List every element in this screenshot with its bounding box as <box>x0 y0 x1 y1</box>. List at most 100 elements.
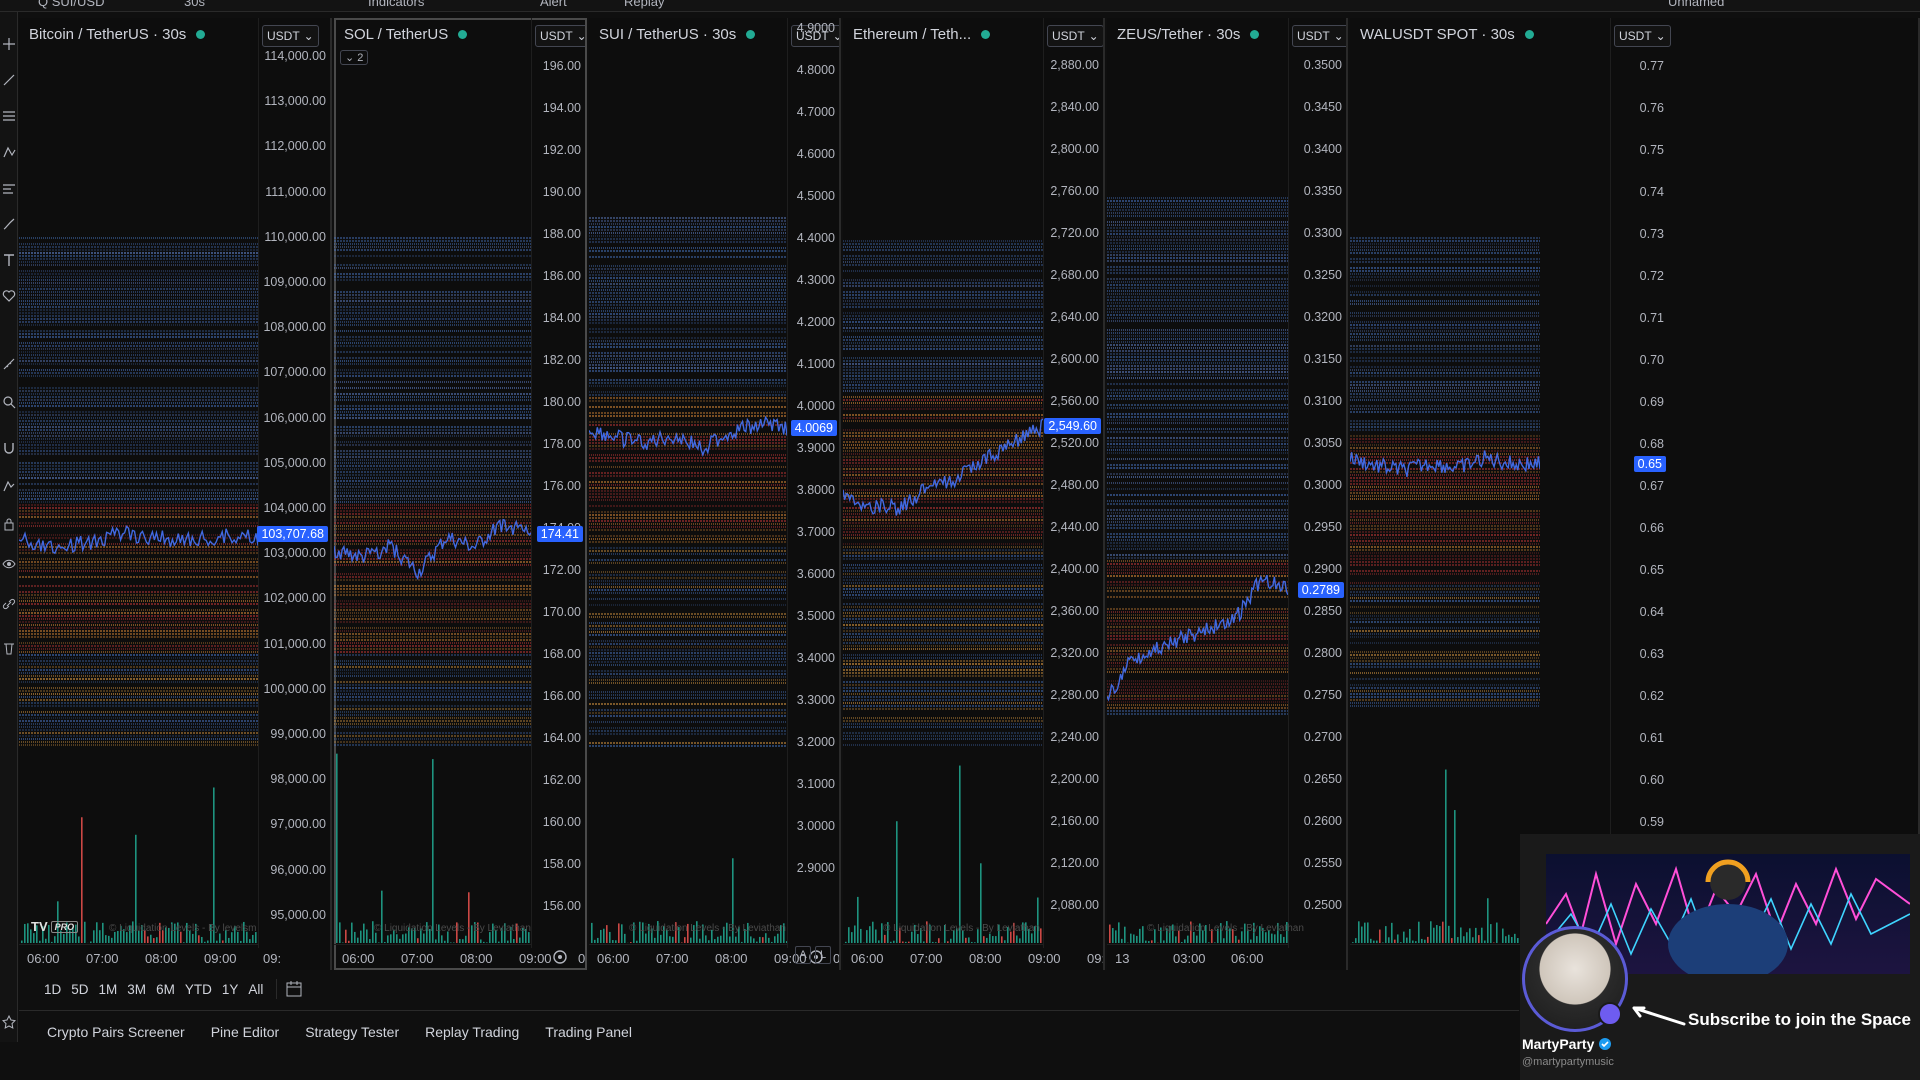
chart-pane-4[interactable]: Ethereum / Teth... USDT ⌄ 2,880.00 2,840.00 2… <box>843 18 1105 970</box>
price-scale[interactable]: 0.3500 0.3450 0.3400 0.3350 0.3300 0.3250 0.32… <box>1288 18 1346 948</box>
price-tick: 4.7000 <box>796 105 835 119</box>
tab-trading-panel[interactable]: Trading Panel <box>545 1024 632 1040</box>
alert-button[interactable]: Alert <box>540 0 567 9</box>
chart-pane-6[interactable]: WALUSDT SPOT · 30s USDT ⌄ 0.77 0.76 0.75 0.74 0… <box>1350 18 1920 970</box>
heart-icon[interactable] <box>0 284 18 308</box>
chart-pane-5[interactable]: ZEUS/Tether · 30s USDT ⌄ 0.3500 0.3450 0.3400… <box>1107 18 1348 970</box>
range-all-button[interactable]: All <box>243 982 268 997</box>
symbol-search-button[interactable]: Q SUI/USD <box>38 0 104 9</box>
time-tick: 13 <box>1115 951 1130 966</box>
price-tick: 103,000.00 <box>263 546 326 561</box>
price-tick: 0.62 <box>1639 689 1664 703</box>
range-ytd-button[interactable]: YTD <box>180 982 217 997</box>
price-tick: 172.00 <box>542 563 581 577</box>
pane-title[interactable]: SUI / TetherUS · 30s <box>599 26 756 43</box>
tab-strategy-tester[interactable]: Strategy Tester <box>305 1024 399 1040</box>
tab-pine-editor[interactable]: Pine Editor <box>211 1024 279 1040</box>
pane-title[interactable]: ZEUS/Tether · 30s <box>1117 26 1260 43</box>
forecast-icon[interactable] <box>0 176 18 200</box>
range-1y-button[interactable]: 1Y <box>217 982 244 997</box>
price-tick: 4.6000 <box>796 147 835 161</box>
lock-drawing-icon[interactable] <box>0 474 18 498</box>
time-axis[interactable]: 06:0007:0008:0009:0009: <box>589 944 839 970</box>
ruler-icon[interactable] <box>0 352 18 376</box>
volume-bar <box>1355 938 1357 943</box>
volume-bar <box>384 941 386 943</box>
volume-bar <box>396 934 398 943</box>
layout-name-button[interactable]: Unnamed <box>1668 0 1724 9</box>
volume-bar <box>345 929 347 943</box>
volume-bar <box>1409 928 1411 943</box>
replay-button[interactable]: Replay <box>624 0 664 9</box>
calendar-icon[interactable] <box>285 980 303 998</box>
volume-bar <box>192 933 194 943</box>
volume-bar <box>444 940 446 943</box>
lock-icon[interactable] <box>0 512 18 536</box>
price-scale[interactable]: 196.00 194.00 192.00 190.00 188.00 186.00 184.… <box>531 18 585 948</box>
chart-pane-1[interactable]: Bitcoin / TetherUS · 30s USDT ⌄ 114,000.00 1… <box>19 18 332 970</box>
fib-icon[interactable] <box>0 104 18 128</box>
pane-title[interactable]: Bitcoin / TetherUS · 30s <box>29 26 206 43</box>
tab-replay-trading[interactable]: Replay Trading <box>425 1024 519 1040</box>
zoom-icon[interactable] <box>0 390 18 414</box>
brush-icon[interactable] <box>0 212 18 236</box>
range-1m-button[interactable]: 1M <box>94 982 123 997</box>
chart-pane-3[interactable]: SUI / TetherUS · 30sUSDT⌄4.90004.80004.7… <box>589 18 841 970</box>
price-tick: 196.00 <box>542 59 581 73</box>
price-scale[interactable]: 2,880.00 2,840.00 2,800.00 2,760.00 2,720.00… <box>1043 18 1103 948</box>
volume-bar <box>672 936 674 943</box>
volume-bar <box>699 938 701 943</box>
pane-title[interactable]: SOL / TetherUS <box>344 26 468 43</box>
price-tick: 3.0000 <box>796 819 835 833</box>
tab-crypto-pairs-screener[interactable]: Crypto Pairs Screener <box>47 1024 185 1040</box>
time-axis[interactable]: 06:0007:0008:0009:0009: <box>19 944 281 970</box>
price-tick: 96,000.00 <box>270 862 326 877</box>
volume-bar <box>1364 922 1366 943</box>
volume-bar <box>705 935 707 943</box>
range-5d-button[interactable]: 5D <box>66 982 93 997</box>
price-tick: 0.3400 <box>1303 142 1342 156</box>
pattern-icon[interactable] <box>0 140 18 164</box>
settings-gear-icon[interactable] <box>551 948 569 966</box>
trend-line-icon[interactable] <box>0 68 18 92</box>
pane-title[interactable]: Ethereum / Teth... <box>853 26 991 43</box>
price-tick: 0.75 <box>1639 143 1664 157</box>
price-scale[interactable]: 0.77 0.76 0.75 0.74 0.73 0.72 0.71 0.70 0.69 0.68… <box>1610 18 1670 948</box>
pane-title[interactable]: WALUSDT SPOT · 30s <box>1360 26 1534 43</box>
price-tick: 160.00 <box>542 815 581 829</box>
indicator-watermark: © Liquidation Levels - By Leviathan <box>374 923 531 934</box>
eye-icon[interactable] <box>0 552 18 576</box>
indicators-button[interactable]: Indicators <box>368 0 424 9</box>
volume-bar <box>1445 769 1447 943</box>
range-1d-button[interactable]: 1D <box>39 982 66 997</box>
time-axis[interactable]: 13 03:00 06:00 <box>1107 944 1288 970</box>
log-scale-button[interactable]: L <box>815 946 831 964</box>
drawing-toolbar <box>0 12 18 1042</box>
price-tick: 162.00 <box>542 773 581 787</box>
time-tick: 06:00 <box>342 951 375 966</box>
volume-bar <box>777 933 779 943</box>
price-tick: 0.68 <box>1639 437 1664 451</box>
star-icon[interactable] <box>0 1010 18 1034</box>
trash-icon[interactable] <box>0 636 18 660</box>
crosshair-icon[interactable] <box>0 32 18 56</box>
time-axis[interactable]: 06:0007:0008:0009:0009: <box>334 944 585 970</box>
magnet-icon[interactable] <box>0 436 18 460</box>
volume-bar <box>240 940 242 943</box>
volume-bar <box>468 892 470 943</box>
time-axis[interactable]: 06:0007:0008:0009:0009: <box>843 944 1103 970</box>
auto-scale-button[interactable]: A <box>795 946 811 964</box>
price-scale[interactable]: 114,000.00 113,000.00 112,000.00 111,000.00… <box>257 18 330 948</box>
interval-button[interactable]: 30s <box>184 0 205 9</box>
volume-bar <box>1271 933 1273 943</box>
indicators-collapse-button[interactable]: ⌄ 2 <box>340 50 369 65</box>
volume-bar <box>708 940 710 943</box>
volume-bar <box>1514 933 1516 943</box>
range-6m-button[interactable]: 6M <box>151 982 180 997</box>
chart-pane-2[interactable]: SOL / TetherUS USDT ⌄ ⌄ 2 196.00 194.00 192.00… <box>334 18 587 970</box>
price-scale[interactable]: 4.9000 4.8000 4.7000 4.6000 4.5000 4.4000 4.30… <box>787 18 839 948</box>
link-icon[interactable] <box>0 592 18 616</box>
range-3m-button[interactable]: 3M <box>122 982 151 997</box>
price-tick: 3.3000 <box>796 693 835 707</box>
text-icon[interactable] <box>0 248 18 272</box>
